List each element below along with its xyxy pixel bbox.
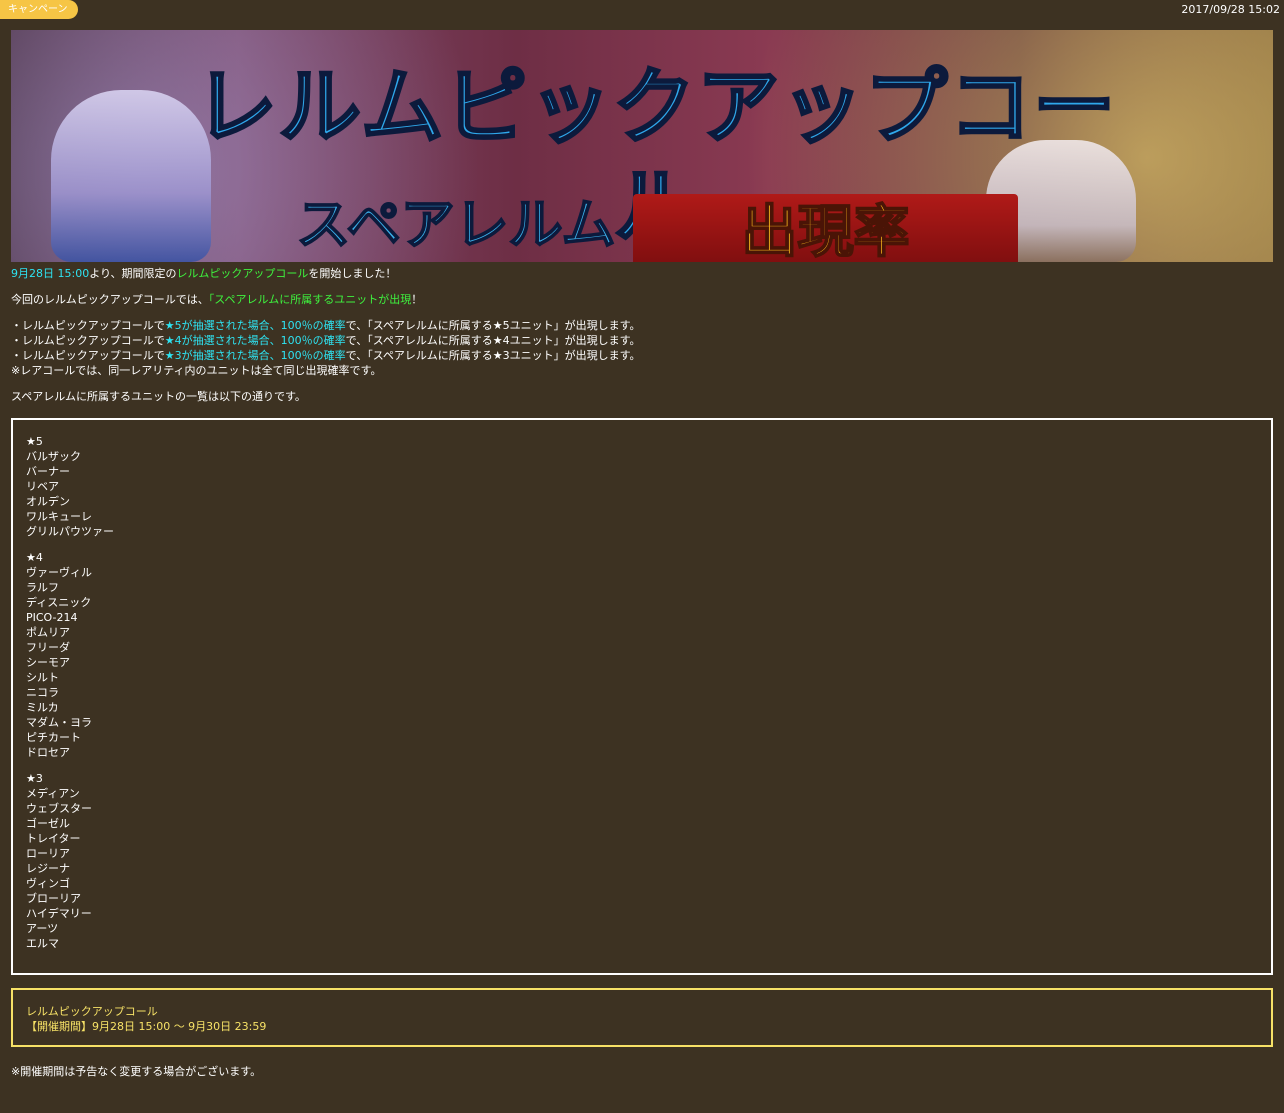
- unit-name: エルマ: [26, 937, 59, 950]
- rule-line: ・レルムピックアップコールで★3が抽選された場合、100％の確率で、「スペアレル…: [11, 348, 1273, 363]
- rule-suffix: で、「スペアレルムに所属する★5ユニット」が出現します。: [345, 319, 641, 332]
- unit-name: ハイデマリー: [26, 907, 92, 920]
- unit-name: ゴーゼル: [26, 817, 70, 830]
- top-bar: キャンペーン 2017/09/28 15:02: [0, 0, 1284, 20]
- unit-name: ニコラ: [26, 686, 59, 699]
- rule-suffix: で、「スペアレルムに所属する★4ユニット」が出現します。: [345, 334, 641, 347]
- unit-name: オルデン: [26, 495, 70, 508]
- unit-name: PICO-214: [26, 611, 78, 624]
- rule-prefix: ・レルムピックアップコールで: [11, 319, 165, 332]
- period-event-title: レルムピックアップコール: [26, 1005, 158, 1018]
- post-date: 2017/09/28 15:02: [1181, 3, 1280, 16]
- event-name: レルムピックアップコール: [176, 267, 309, 280]
- rule-highlight: ★4が抽選された場合、100％の確率: [164, 334, 346, 347]
- rule-prefix: ・レルムピックアップコールで: [11, 334, 165, 347]
- lead-highlight: 「スペアレルムに所属するユニットが出現: [208, 293, 412, 306]
- banner-subtitle: スペアレルム: [295, 192, 616, 257]
- campaign-category-tag[interactable]: キャンペーン: [0, 0, 78, 19]
- unit-group: ★3 メディアンウェブスター ゴーゼルトレイターローリアレジーナヴィンゴブローリアハ…: [26, 771, 1271, 951]
- rule-line: ・レルムピックアップコールで★5が抽選された場合、100％の確率で、「スペアレル…: [11, 318, 1273, 333]
- unit-name: マダム・ヨラ: [26, 716, 92, 729]
- start-datetime: 9月28日 15:00: [11, 267, 90, 280]
- rule-suffix: で、「スペアレルムに所属する★3ユニット」が出現します。: [345, 349, 641, 362]
- unit-list-box: ★5 バルザックバーナーリベアオルデンワルキューレグリルパウツァー ★4 ヴァーヴィル…: [11, 418, 1273, 975]
- intro-text: より、期間限定の: [89, 267, 177, 280]
- unit-name: ヴァーヴィル: [26, 566, 92, 579]
- rule-highlight: ★5が抽選された場合、100％の確率: [164, 319, 346, 332]
- unit-name: ローリア: [26, 847, 70, 860]
- list-intro: スペアレルムに所属するユニットの一覧は以下の通りです。: [11, 390, 306, 403]
- unit-groups: ★5 バルザックバーナーリベアオルデンワルキューレグリルパウツァー ★4 ヴァーヴィル…: [13, 420, 1271, 951]
- unit-name: トレイター: [26, 832, 81, 845]
- intro-paragraph: 9月28日 15:00より、期間限定のレルムピックアップコールを開始しました！: [11, 266, 1273, 281]
- unit-name: バルザック: [26, 450, 81, 463]
- lead-paragraph: 今回のレルムピックアップコールでは、「スペアレルムに所属するユニットが出現！: [11, 292, 1273, 307]
- unit-group: ★4 ヴァーヴィル ラルフディスニック PICO-214 ポムリアフリーダシーモアシルト…: [26, 550, 1271, 760]
- unit-name: ワルキューレ: [26, 510, 92, 523]
- unit-group: ★5 バルザックバーナーリベアオルデンワルキューレグリルパウツァー: [26, 434, 1271, 539]
- rare-note: ※レアコールでは、同一レアリティ内のユニットは全て同じ出現確率です。: [11, 364, 382, 377]
- lead-text: 今回のレルムピックアップコールでは、: [11, 293, 209, 306]
- rank-heading: ★4: [26, 551, 43, 564]
- rank-heading: ★3: [26, 772, 43, 785]
- banner-rate-badge: 出現率100%!!: [633, 194, 1018, 262]
- rank-heading: ★5: [26, 435, 43, 448]
- footer-note: ※開催期間は予告なく変更する場合がございます。: [11, 1065, 262, 1078]
- event-period-box: レルムピックアップコール 【開催期間】9月28日 15:00 ～ 9月30日 2…: [11, 988, 1273, 1047]
- unit-name: ディスニック: [26, 596, 92, 609]
- period-dates: 【開催期間】9月28日 15:00 ～ 9月30日 23:59: [26, 1020, 267, 1033]
- rule-highlight: ★3が抽選された場合、100％の確率: [164, 349, 346, 362]
- rule-line: ・レルムピックアップコールで★4が抽選された場合、100％の確率で、「スペアレル…: [11, 333, 1273, 348]
- unit-name: ドロセア: [26, 746, 70, 759]
- unit-name: シルト: [26, 671, 59, 684]
- unit-name: シーモア: [26, 656, 70, 669]
- lead-text-end: ！: [411, 293, 423, 306]
- unit-name: グリルパウツァー: [26, 525, 114, 538]
- unit-name: ラルフ: [26, 581, 59, 594]
- unit-name: ウェブスター: [26, 802, 92, 815]
- unit-name: レジーナ: [26, 862, 70, 875]
- unit-name: ブローリア: [26, 892, 81, 905]
- unit-name: リベア: [26, 480, 59, 493]
- rule-prefix: ・レルムピックアップコールで: [11, 349, 165, 362]
- unit-name: フリーダ: [26, 641, 70, 654]
- unit-name: ミルカ: [26, 701, 59, 714]
- unit-name: アーツ: [26, 922, 59, 935]
- unit-name: メディアン: [26, 787, 80, 800]
- event-banner-image: レルムピックアップコール スペアレルム 出現率100%!!: [11, 30, 1273, 262]
- intro-text-end: を開始しました！: [308, 267, 397, 280]
- unit-name: ヴィンゴ: [26, 877, 70, 890]
- rules-paragraph: ・レルムピックアップコールで★5が抽選された場合、100％の確率で、「スペアレル…: [11, 318, 1273, 378]
- unit-name: バーナー: [26, 465, 70, 478]
- unit-name: ポムリア: [26, 626, 70, 639]
- unit-name: ピチカート: [26, 731, 81, 744]
